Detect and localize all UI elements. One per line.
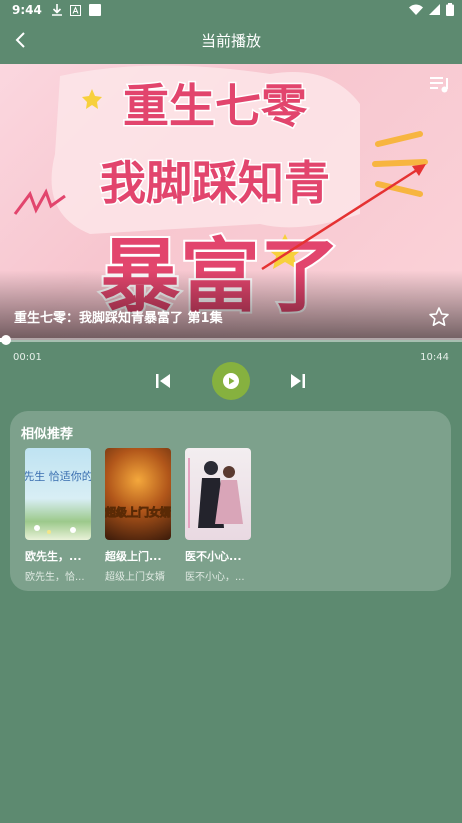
wifi-icon [409,4,423,15]
book-name: 欧先生，... [25,550,82,563]
skip-previous-icon [156,374,170,388]
status-system-icons [409,3,454,16]
play-icon [223,373,239,389]
progress-handle[interactable] [0,335,11,345]
cover-title-line-2: 我脚踩知青 [100,156,330,210]
app-square-icon [89,4,101,16]
cover-title-text: 超级上门女婿 [105,505,171,519]
recommend-item[interactable]: 超级上门女婿 超级上门... 超级上门女婿 [105,448,173,583]
recommend-item[interactable]: 医不小心... 医不小心，... [185,448,253,583]
app-a-icon [70,4,81,16]
star-icon [429,307,449,326]
status-notifications [52,4,101,16]
book-cover: 欧先生 恰适你的爱 [25,448,91,540]
status-time: 9:44 [12,3,42,17]
cover-gradient [0,270,462,340]
section-title: 相似推荐 [21,427,74,442]
episode-title: 重生七零：我脚踩知青暴富了 第1集 [14,311,223,326]
book-cover [185,448,251,540]
book-name: 超级上门... [105,550,162,563]
book-subtitle: 超级上门女婿 [105,572,165,583]
cover-title-line-1: 重生七零 [123,79,308,133]
similar-recommendations: 相似推荐 欧先生 恰适你的爱 欧先生，... 欧先生，恰... 超级上门女婿 超… [10,411,451,591]
book-subtitle: 欧先生，恰... [25,572,85,583]
download-icon [52,4,62,16]
playback-controls [0,362,462,400]
cover-artwork: 欧先生 恰适你的爱 [25,469,91,534]
recommend-item[interactable]: 欧先生 恰适你的爱 欧先生，... 欧先生，恰... [25,448,93,583]
book-subtitle: 医不小心，... [185,572,245,583]
cover-artwork: 超级上门女婿 [105,505,171,520]
top-app-bar: 当前播放 [0,22,462,60]
cover-title-text: 欧先生 恰适你的爱 [25,469,91,483]
play-button[interactable] [212,362,250,400]
status-bar: 9:44 [0,0,462,22]
next-button[interactable] [290,373,306,393]
battery-icon [446,3,454,16]
skip-next-icon [291,374,305,388]
favorite-button[interactable] [428,306,450,328]
book-name: 医不小心... [185,550,242,563]
playlist-icon [430,77,448,93]
signal-icon [429,4,440,15]
book-cover: 超级上门女婿 [105,448,171,540]
playlist-button[interactable] [428,74,452,96]
previous-button[interactable] [155,373,171,393]
cover-artwork [188,458,243,528]
page-title: 当前播放 [200,32,261,50]
progress-bar[interactable] [0,335,462,345]
video-cover[interactable]: 重生七零 我脚踩知青 暴富了 重生七零：我脚踩知青暴富了 第1集 [0,64,462,340]
